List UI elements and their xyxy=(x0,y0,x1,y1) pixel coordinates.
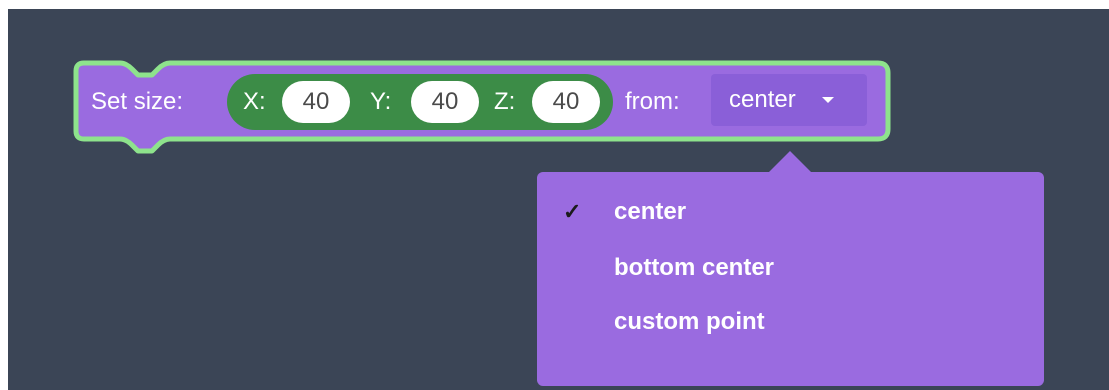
workspace-canvas[interactable]: Set size: X: 40 Y: 40 Z: 40 from: center… xyxy=(8,9,1109,390)
from-label: from: xyxy=(625,88,680,115)
x-label: X: xyxy=(243,88,266,115)
from-dropdown-menu: ✓ center bottom center custom point xyxy=(537,172,1044,386)
menu-pointer-arrow xyxy=(768,151,812,173)
z-label: Z: xyxy=(494,88,516,115)
set-size-label: Set size: xyxy=(91,88,184,115)
from-dropdown[interactable]: center xyxy=(711,74,867,126)
from-dropdown-value: center xyxy=(729,86,796,113)
menu-item-bottom-center[interactable]: bottom center xyxy=(537,242,1044,294)
y-label: Y: xyxy=(370,88,392,115)
caret-down-icon xyxy=(822,97,834,103)
menu-item-center[interactable]: ✓ center xyxy=(537,186,1044,238)
menu-item-label: bottom center xyxy=(614,254,775,281)
menu-item-label: custom point xyxy=(614,308,765,335)
z-value-field[interactable]: 40 xyxy=(532,81,600,123)
menu-item-custom-point[interactable]: custom point xyxy=(537,296,1044,348)
checkmark-icon: ✓ xyxy=(563,199,582,224)
x-value-field[interactable]: 40 xyxy=(282,81,350,123)
menu-item-label: center xyxy=(614,198,687,225)
y-value-field[interactable]: 40 xyxy=(411,81,479,123)
